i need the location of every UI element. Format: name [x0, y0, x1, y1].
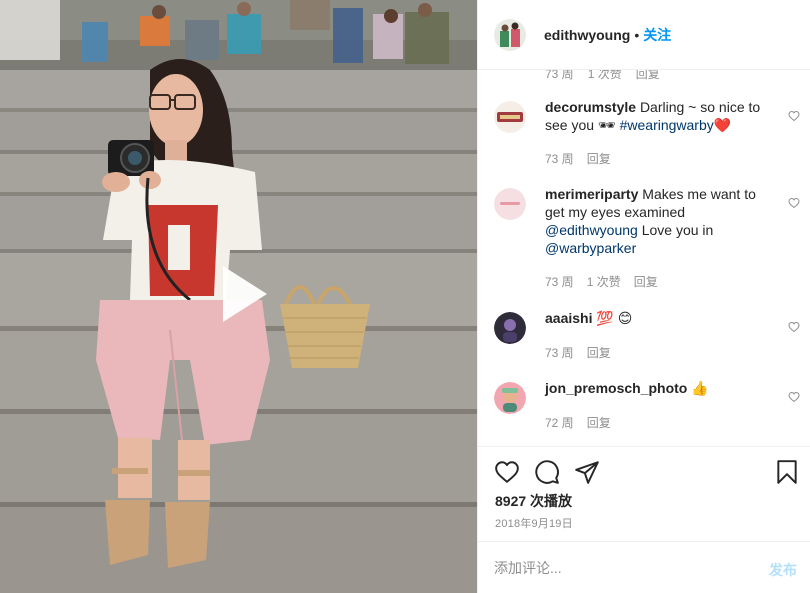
comment-age: 73 周: [545, 152, 574, 166]
comment-meta: 73 周 1 次赞 回复: [545, 273, 671, 290]
play-icon[interactable]: [209, 262, 273, 326]
reply-button[interactable]: 回复: [587, 416, 611, 430]
video-player[interactable]: [0, 0, 477, 593]
post-actions: 8927 次播放 2018年9月19日: [478, 446, 810, 541]
comment-text: merimeriparty Makes me want to get my ey…: [545, 185, 773, 257]
comment-text: jon_premosch_photo 👍: [545, 379, 773, 397]
reply-button[interactable]: 回复: [587, 346, 611, 360]
comment-username[interactable]: merimeriparty: [545, 186, 638, 202]
comment-username[interactable]: jon_premosch_photo: [545, 380, 687, 396]
add-comment-bar: 发布: [478, 541, 810, 593]
hashtag-link[interactable]: #wearingwarby: [620, 117, 714, 133]
comment-username[interactable]: aaaishi: [545, 310, 592, 326]
comment-input[interactable]: [494, 556, 754, 580]
comment-meta: 72 周回复: [545, 414, 624, 431]
post-date: 2018年9月19日: [495, 518, 573, 530]
comment-likes[interactable]: 1 次赞: [588, 70, 622, 81]
reply-button[interactable]: 回复: [587, 152, 611, 166]
post-comment-button[interactable]: 发布: [769, 560, 797, 580]
bookmark-icon[interactable]: [774, 459, 800, 485]
comment-message: 💯 😊: [596, 310, 633, 326]
commenter-avatar[interactable]: [494, 312, 526, 344]
post-sidebar: edithwyoung • 关注 73 周1 次赞 回复 decorumstyle…: [477, 0, 810, 593]
comment-age: 73 周: [545, 275, 574, 289]
comment-age: 73 周: [545, 70, 574, 81]
commenter-avatar[interactable]: [494, 382, 526, 414]
previous-comment-meta: 73 周 1 次赞 回复: [545, 70, 674, 82]
comment-meta: 73 周回复: [545, 150, 624, 167]
comment-username[interactable]: decorumstyle: [545, 99, 636, 115]
comment-icon[interactable]: [534, 459, 560, 485]
comments-list[interactable]: 73 周1 次赞 回复 decorumstyle Darling ~ so nic…: [478, 70, 810, 446]
comment-meta: 73 周回复: [545, 344, 624, 361]
comment-message-cont: Love you in: [641, 222, 714, 238]
follow-button[interactable]: 关注: [643, 25, 671, 45]
comment-age: 73 周: [545, 346, 574, 360]
comment-text: decorumstyle Darling ~ so nice to see yo…: [545, 98, 773, 134]
comment-message: 👍: [691, 380, 709, 396]
commenter-avatar[interactable]: [494, 188, 526, 220]
comment-likes[interactable]: 1 次赞: [587, 275, 621, 289]
share-icon[interactable]: [574, 459, 600, 485]
reply-button[interactable]: 回复: [634, 275, 658, 289]
comment-age: 72 周: [545, 416, 574, 430]
reply-button[interactable]: 回复: [636, 70, 660, 81]
owner-username[interactable]: edithwyoung: [544, 27, 630, 43]
heart-emoji: ❤️: [713, 117, 732, 133]
post-header: edithwyoung • 关注: [478, 0, 810, 70]
like-comment-heart-icon[interactable]: [788, 110, 800, 122]
mention-link[interactable]: @warbyparker: [545, 240, 636, 256]
like-comment-heart-icon[interactable]: [788, 391, 800, 403]
owner-avatar[interactable]: [494, 18, 526, 51]
heart-icon[interactable]: [494, 459, 520, 485]
like-comment-heart-icon[interactable]: [788, 197, 800, 209]
comment-text: aaaishi 💯 😊: [545, 309, 773, 327]
commenter-avatar[interactable]: [494, 101, 526, 133]
view-count[interactable]: 8927 次播放: [495, 491, 572, 511]
mention-link[interactable]: @edithwyoung: [545, 222, 638, 238]
like-comment-heart-icon[interactable]: [788, 321, 800, 333]
separator-dot: •: [634, 26, 640, 43]
